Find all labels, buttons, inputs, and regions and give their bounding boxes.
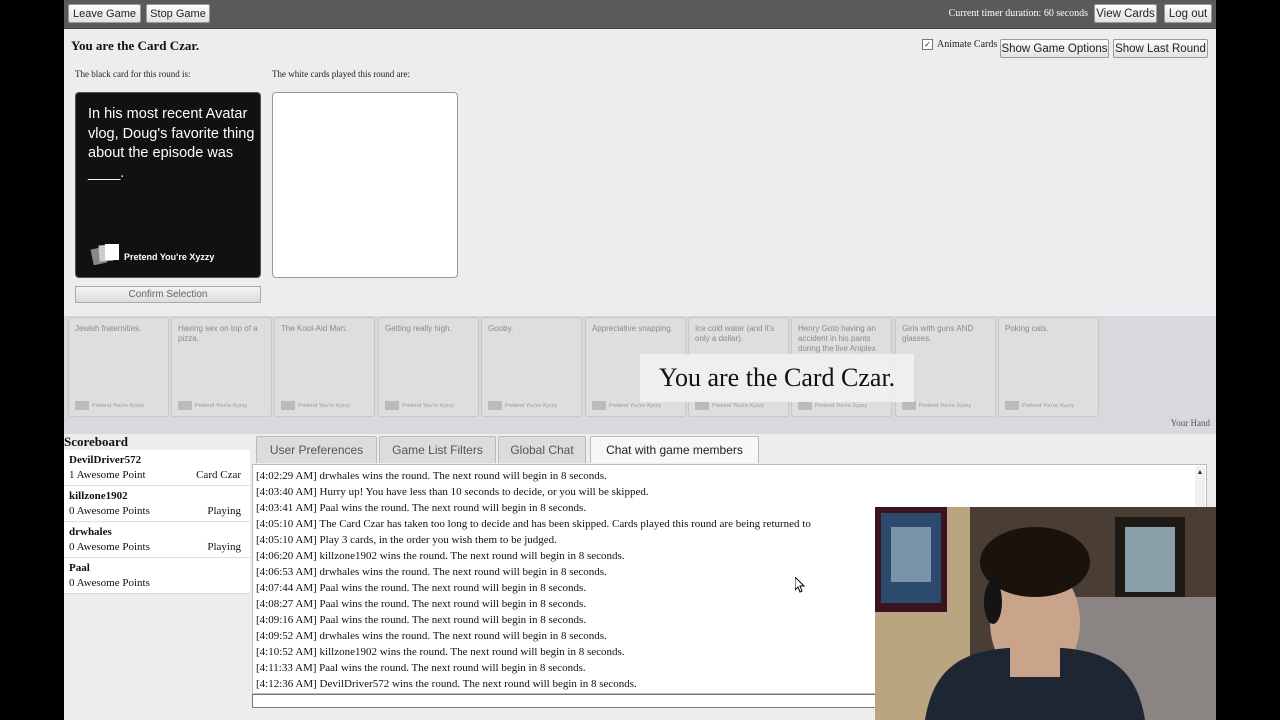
webcam-feed-image xyxy=(875,507,1216,720)
hand-card-brand: Pretend You're Xyzzy xyxy=(592,401,661,410)
card-czar-overlay: You are the Card Czar. xyxy=(640,354,914,402)
hand-card-text: Getting really high. xyxy=(385,324,452,333)
chat-message: [4:08:27 AM] Paal wins the round. The ne… xyxy=(256,598,587,610)
player-status: Playing xyxy=(207,505,241,517)
played-white-cards-area[interactable] xyxy=(272,92,458,278)
hand-card-text: Appreciative snapping. xyxy=(592,324,673,333)
scoreboard-title: Scoreboard xyxy=(64,434,129,449)
hand-card-brand: Pretend You're Xyzzy xyxy=(75,401,144,410)
player-points: 0 Awesome Points xyxy=(69,505,150,517)
cards-logo-icon xyxy=(488,401,502,410)
chat-message: [4:06:53 AM] drwhales wins the round. Th… xyxy=(256,566,607,578)
tab-chat-with-game-members[interactable]: Chat with game members xyxy=(590,436,759,463)
cards-logo-icon xyxy=(385,401,399,410)
animate-cards-toggle[interactable]: ✓ Animate Cards xyxy=(922,39,997,50)
hand-card[interactable]: Gooby. Pretend You're Xyzzy xyxy=(481,317,582,417)
cards-logo-icon xyxy=(902,401,916,410)
hand-card[interactable]: Jewish fraternities. Pretend You're Xyzzy xyxy=(68,317,169,417)
player-points: 0 Awesome Points xyxy=(69,577,150,589)
scoreboard-row: killzone1902 0 Awesome Points Playing xyxy=(64,486,250,522)
tab-global-chat[interactable]: Global Chat xyxy=(498,436,586,463)
chat-message: [4:09:52 AM] drwhales wins the round. Th… xyxy=(256,630,607,642)
hand-card-text: Ice cold water (and it's only a dollar). xyxy=(695,324,775,343)
chat-message: [4:03:40 AM] Hurry up! You have less tha… xyxy=(256,486,649,498)
webcam-overlay xyxy=(875,507,1216,720)
cards-logo-icon xyxy=(90,244,119,265)
hand-card-brand: Pretend You're Xyzzy xyxy=(178,401,247,410)
hand-card-brand: Pretend You're Xyzzy xyxy=(798,401,867,410)
hand-card[interactable]: Getting really high. Pretend You're Xyzzy xyxy=(378,317,479,417)
cards-logo-icon xyxy=(178,401,192,410)
show-game-options-button[interactable]: Show Game Options xyxy=(1000,39,1109,58)
hand-card-text: Jewish fraternities. xyxy=(75,324,142,333)
scoreboard-row: DevilDriver572 1 Awesome Point Card Czar xyxy=(64,450,250,486)
mouse-cursor-icon xyxy=(795,577,805,593)
hand-card[interactable]: Having sex on top of a pizza. Pretend You… xyxy=(171,317,272,417)
confirm-selection-button[interactable]: Confirm Selection xyxy=(75,286,261,303)
logout-button[interactable]: Log out xyxy=(1164,4,1212,23)
chat-input[interactable] xyxy=(252,694,882,708)
hand-card-text: Gooby. xyxy=(488,324,514,333)
card-brand-text: Pretend You're Xyzzy xyxy=(124,252,215,262)
hand-card[interactable]: Poking cats. Pretend You're Xyzzy xyxy=(998,317,1099,417)
player-status: Playing xyxy=(207,541,241,553)
scoreboard-row: Paal 0 Awesome Points xyxy=(64,558,250,594)
show-last-round-button[interactable]: Show Last Round xyxy=(1113,39,1208,58)
animate-cards-label: Animate Cards xyxy=(937,39,998,50)
chat-message: [4:12:36 AM] DevilDriver572 wins the rou… xyxy=(256,678,637,690)
chat-message: [4:07:44 AM] Paal wins the round. The ne… xyxy=(256,582,587,594)
scoreboard-row: drwhales 0 Awesome Points Playing xyxy=(64,522,250,558)
black-card-text: In his most recent Avatar vlog, Doug's f… xyxy=(88,106,255,181)
player-name: drwhales xyxy=(69,526,112,538)
hand-card-brand: Pretend You're Xyzzy xyxy=(902,401,971,410)
player-name: DevilDriver572 xyxy=(69,454,142,466)
chat-message: [4:10:52 AM] killzone1902 wins the round… xyxy=(256,646,625,658)
hand-card-text: Henry Goto having an accident in his pan… xyxy=(798,324,876,353)
cards-logo-icon xyxy=(592,401,606,410)
scroll-up-arrow-icon[interactable]: ▲ xyxy=(1195,467,1205,477)
hand-card[interactable]: The Kool-Aid Man. Pretend You're Xyzzy xyxy=(274,317,375,417)
white-cards-label: The white cards played this round are: xyxy=(272,69,410,79)
chat-tabs: User Preferences Game List Filters Globa… xyxy=(256,436,1209,463)
chat-message: [4:09:16 AM] Paal wins the round. The ne… xyxy=(256,614,587,626)
cards-logo-icon xyxy=(1005,401,1019,410)
chat-message: [4:05:10 AM] Play 3 cards, in the order … xyxy=(256,534,557,546)
hand-card-brand: Pretend You're Xyzzy xyxy=(1005,401,1074,410)
timer-duration-text: Current timer duration: 60 seconds xyxy=(948,8,1088,19)
player-name: killzone1902 xyxy=(69,490,128,502)
stop-game-button[interactable]: Stop Game xyxy=(146,4,210,23)
player-points: 1 Awesome Point xyxy=(69,469,146,481)
hand-card-brand: Pretend You're Xyzzy xyxy=(488,401,557,410)
cards-logo-icon xyxy=(281,401,295,410)
your-hand-label: Your Hand xyxy=(1170,418,1210,428)
chat-message: [4:05:10 AM] The Card Czar has taken too… xyxy=(256,518,811,530)
player-name: Paal xyxy=(69,562,90,574)
chat-message: [4:03:41 AM] Paal wins the round. The ne… xyxy=(256,502,587,514)
hand-card-text: The Kool-Aid Man. xyxy=(281,324,348,333)
hand-card-text: Poking cats. xyxy=(1005,324,1049,333)
view-cards-button[interactable]: View Cards xyxy=(1094,4,1157,23)
scoreboard: Scoreboard DevilDriver572 1 Awesome Poin… xyxy=(64,434,250,594)
hand-card-brand: Pretend You're Xyzzy xyxy=(695,401,764,410)
card-czar-title: You are the Card Czar. xyxy=(71,38,200,53)
tab-game-list-filters[interactable]: Game List Filters xyxy=(379,436,496,463)
hand-card-brand: Pretend You're Xyzzy xyxy=(281,401,350,410)
cards-logo-icon xyxy=(798,401,812,410)
tab-user-preferences[interactable]: User Preferences xyxy=(256,436,377,463)
black-card-label: The black card for this round is: xyxy=(75,69,191,79)
cards-logo-icon xyxy=(695,401,709,410)
player-status: Card Czar xyxy=(196,469,241,481)
chat-message: [4:02:29 AM] drwhales wins the round. Th… xyxy=(256,470,607,482)
top-bar: Leave Game Stop Game Current timer durat… xyxy=(64,0,1216,29)
cards-logo-icon xyxy=(75,401,89,410)
hand-card-text: Having sex on top of a pizza. xyxy=(178,324,258,343)
player-points: 0 Awesome Points xyxy=(69,541,150,553)
chat-message: [4:06:20 AM] killzone1902 wins the round… xyxy=(256,550,625,562)
leave-game-button[interactable]: Leave Game xyxy=(68,4,141,23)
checkbox-icon[interactable]: ✓ xyxy=(922,39,933,50)
black-card: In his most recent Avatar vlog, Doug's f… xyxy=(75,92,261,278)
chat-message: [4:11:33 AM] Paal wins the round. The ne… xyxy=(256,662,586,674)
hand-card-brand: Pretend You're Xyzzy xyxy=(385,401,454,410)
hand-card-text: Girls with guns AND glasses. xyxy=(902,324,974,343)
